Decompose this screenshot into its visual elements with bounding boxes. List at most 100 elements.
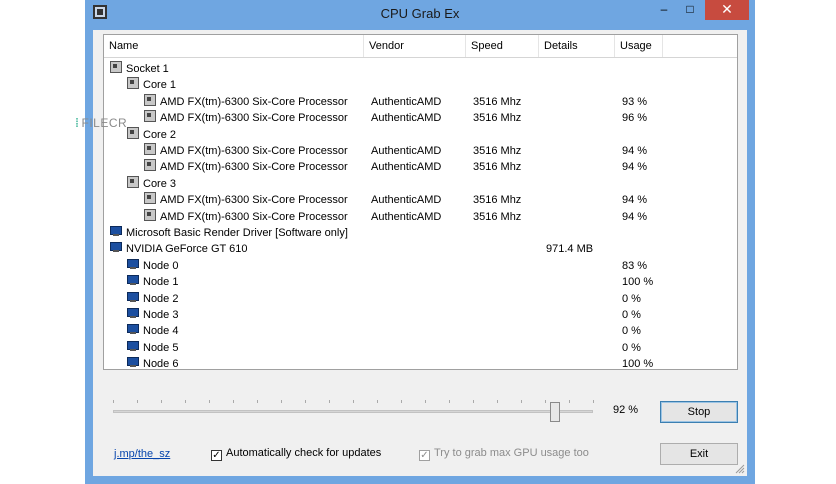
- maximize-button[interactable]: □: [677, 0, 703, 20]
- list-row[interactable]: Core 2: [104, 126, 737, 143]
- slider-tick: [329, 400, 330, 403]
- row-name: Node 0: [143, 259, 179, 272]
- gpu-node-icon: [127, 258, 139, 270]
- list-row[interactable]: NVIDIA GeForce GT 610 971.4 MB: [104, 241, 737, 257]
- list-header: Name Vendor Speed Details Usage: [104, 35, 737, 58]
- row-name-cell: Node 3: [127, 307, 178, 323]
- column-header-usage[interactable]: Usage: [615, 35, 663, 57]
- list-row[interactable]: Node 5 0 %: [104, 340, 737, 356]
- title-bar[interactable]: CPU Grab Ex – □ ✕: [85, 0, 755, 28]
- cpu-thread-icon: [144, 192, 156, 205]
- resize-grip-icon[interactable]: [735, 464, 745, 474]
- column-header-vendor[interactable]: Vendor: [364, 35, 466, 57]
- list-row[interactable]: Core 3: [104, 175, 737, 192]
- slider-track[interactable]: [113, 410, 593, 413]
- slider-tick: [473, 400, 474, 403]
- watermark-logo-icon: ⁞: [75, 116, 80, 130]
- row-speed-cell: 3516 Mhz: [473, 145, 522, 157]
- list-row[interactable]: Node 3 0 %: [104, 307, 737, 323]
- close-button[interactable]: ✕: [705, 0, 749, 20]
- list-row[interactable]: Microsoft Basic Render Driver [Software …: [104, 225, 737, 241]
- cpu-socket-icon: [110, 61, 122, 73]
- website-link[interactable]: j.mp/the_sz: [114, 448, 170, 460]
- slider-tick: [185, 400, 186, 403]
- slider-tick: [257, 400, 258, 403]
- row-name: Core 2: [143, 128, 177, 141]
- row-speed-cell: 3516 Mhz: [473, 161, 522, 174]
- row-name: Microsoft Basic Render Driver [Software …: [126, 227, 348, 239]
- list-row[interactable]: AMD FX(tm)-6300 Six-Core Processor Authen…: [104, 93, 737, 110]
- row-name-cell: Node 6: [127, 356, 178, 372]
- slider-tick: [569, 400, 570, 403]
- row-name: AMD FX(tm)-6300 Six-Core Processor: [160, 112, 348, 125]
- slider-tick: [113, 400, 114, 403]
- row-usage-cell: 100 %: [622, 358, 654, 371]
- slider-tick: [401, 400, 402, 403]
- row-usage-cell: 96 %: [622, 112, 648, 125]
- slider-tick: [209, 400, 210, 403]
- row-name-cell: Node 2: [127, 291, 178, 307]
- column-header-name[interactable]: Name: [104, 35, 364, 57]
- usage-slider[interactable]: [113, 400, 594, 422]
- slider-thumb[interactable]: [549, 402, 560, 422]
- gpu-icon: [110, 242, 122, 253]
- row-usage-cell: 100 %: [622, 276, 654, 289]
- row-name-cell: AMD FX(tm)-6300 Six-Core Processor: [144, 159, 348, 175]
- row-vendor-cell: AuthenticAMD: [371, 145, 442, 157]
- cpu-thread-icon: [144, 143, 156, 155]
- list-row[interactable]: Node 6 100 %: [104, 356, 737, 372]
- minimize-button[interactable]: –: [651, 0, 677, 20]
- row-name-cell: Socket 1: [110, 61, 169, 77]
- list-row[interactable]: Node 0 83 %: [104, 258, 737, 274]
- list-row[interactable]: AMD FX(tm)-6300 Six-Core Processor Authen…: [104, 192, 737, 208]
- row-name: Node 4: [143, 325, 179, 338]
- cpu-thread-icon: [144, 208, 156, 221]
- watermark-text: FILECR: [81, 116, 128, 130]
- row-name: Node 6: [143, 358, 179, 371]
- list-row[interactable]: Node 4 0 %: [104, 323, 737, 339]
- gpu-max-label: Try to grab max GPU usage too: [434, 447, 589, 459]
- row-name-cell: AMD FX(tm)-6300 Six-Core Processor: [144, 192, 348, 208]
- slider-tick: [593, 400, 594, 403]
- stop-button[interactable]: Stop: [660, 401, 738, 423]
- slider-tick: [281, 400, 282, 403]
- slider-tick: [137, 400, 138, 403]
- slider-tick: [233, 400, 234, 403]
- gpu-node-icon: [127, 324, 139, 335]
- slider-tick: [305, 400, 306, 403]
- row-name-cell: NVIDIA GeForce GT 610: [110, 241, 247, 257]
- exit-button[interactable]: Exit: [660, 443, 738, 465]
- list-row[interactable]: Node 1 100 %: [104, 274, 737, 290]
- row-speed-cell: 3516 Mhz: [473, 194, 522, 207]
- row-name: Node 1: [143, 276, 179, 289]
- column-header-speed[interactable]: Speed: [466, 35, 539, 57]
- row-usage-cell: 94 %: [622, 210, 648, 223]
- list-row[interactable]: AMD FX(tm)-6300 Six-Core Processor Authen…: [104, 143, 737, 159]
- row-usage-cell: 94 %: [622, 194, 648, 207]
- row-name: Node 5: [143, 341, 179, 354]
- list-row[interactable]: AMD FX(tm)-6300 Six-Core Processor Authen…: [104, 110, 737, 126]
- row-usage-cell: 0 %: [622, 292, 641, 305]
- list-row[interactable]: AMD FX(tm)-6300 Six-Core Processor Authen…: [104, 208, 737, 225]
- slider-tick: [161, 400, 162, 403]
- cpu-thread-icon: [144, 93, 156, 106]
- list-row[interactable]: Core 1: [104, 77, 737, 93]
- row-name: Core 3: [143, 177, 177, 190]
- list-row[interactable]: Node 2 0 %: [104, 291, 737, 307]
- row-usage-cell: 0 %: [622, 341, 641, 354]
- row-name-cell: Node 1: [127, 274, 178, 290]
- gpu-icon: [110, 226, 122, 237]
- list-row[interactable]: Socket 1: [104, 61, 737, 77]
- device-list[interactable]: Name Vendor Speed Details Usage Socket 1…: [103, 34, 738, 370]
- row-usage-cell: 93 %: [622, 95, 648, 108]
- gpu-node-icon: [127, 275, 139, 286]
- auto-update-check-icon[interactable]: ✓: [211, 450, 222, 461]
- list-row[interactable]: AMD FX(tm)-6300 Six-Core Processor Authen…: [104, 159, 737, 175]
- row-name-cell: Node 4: [127, 323, 178, 339]
- slider-tick: [377, 400, 378, 403]
- row-vendor-cell: AuthenticAMD: [371, 112, 442, 125]
- row-name: AMD FX(tm)-6300 Six-Core Processor: [160, 210, 348, 223]
- row-name-cell: Core 1: [127, 77, 176, 93]
- auto-update-checkbox[interactable]: ✓ Automatically check for updates: [211, 447, 381, 461]
- column-header-details[interactable]: Details: [539, 35, 615, 57]
